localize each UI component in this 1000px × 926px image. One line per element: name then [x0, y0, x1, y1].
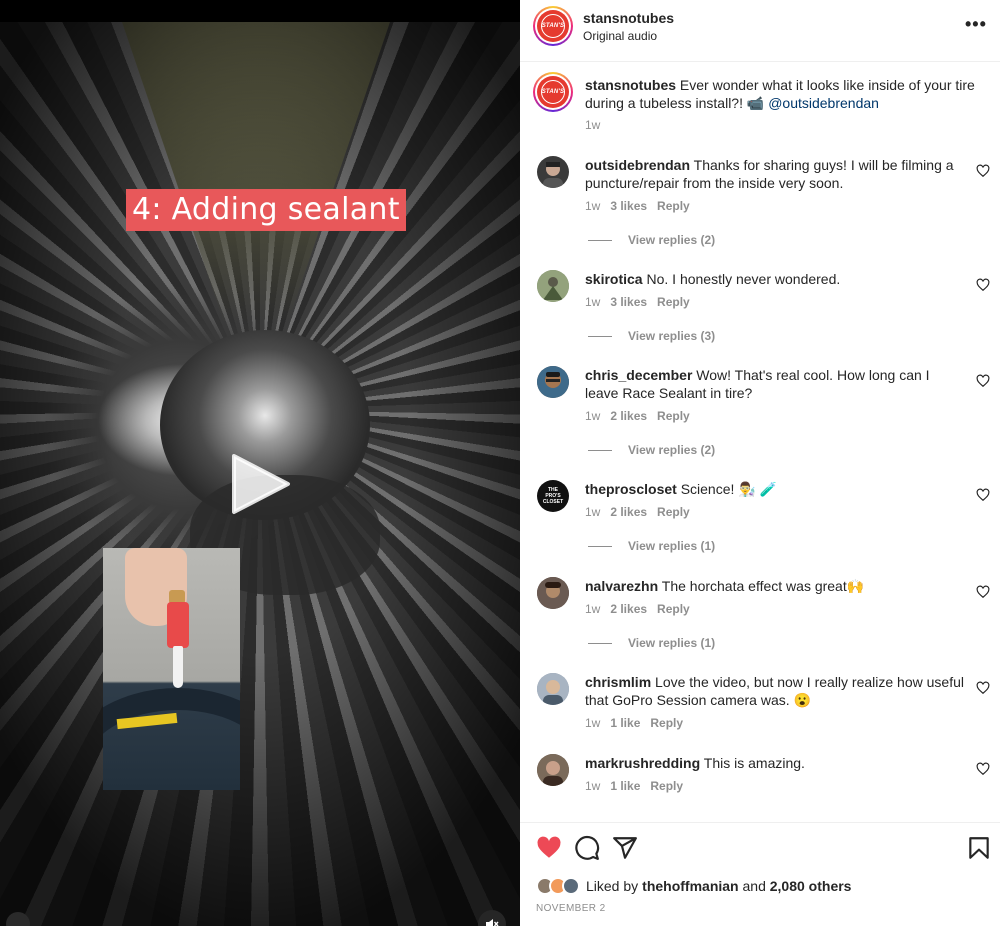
heart-icon[interactable] — [976, 278, 990, 292]
comment-meta: 1w 3 likes Reply — [585, 199, 700, 213]
comment-body: This is amazing. — [700, 755, 805, 771]
comment-icon[interactable] — [574, 835, 600, 861]
comment-time[interactable]: 1w — [585, 716, 600, 730]
heart-icon[interactable] — [976, 585, 990, 599]
comment-body: No. I honestly never wondered. — [642, 271, 841, 287]
comment-time[interactable]: 1w — [585, 409, 600, 423]
liked-prefix: Liked by — [586, 878, 639, 894]
reply-button[interactable]: Reply — [657, 505, 690, 519]
reply-button[interactable]: Reply — [657, 295, 690, 309]
comment-time[interactable]: 1w — [585, 295, 600, 309]
caption-timestamp[interactable]: 1w — [585, 118, 600, 132]
reply-button[interactable]: Reply — [657, 199, 690, 213]
comment-text: chrismlim Love the video, but now I real… — [585, 673, 965, 709]
comment-likes[interactable]: 2 likes — [610, 505, 647, 519]
view-replies-button[interactable]: View replies (2) — [588, 233, 715, 247]
comment-meta: 1w 2 likes Reply — [585, 409, 700, 423]
comment-time[interactable]: 1w — [585, 199, 600, 213]
comment-text: nalvarezhn The horchata effect was great… — [585, 577, 965, 595]
view-replies-button[interactable]: View replies (3) — [588, 329, 715, 343]
video-top-bar — [0, 0, 520, 22]
view-replies-button[interactable]: View replies (1) — [588, 539, 715, 553]
heart-icon[interactable] — [976, 681, 990, 695]
header-avatar[interactable]: STAN'S — [533, 6, 573, 46]
reply-button[interactable]: Reply — [650, 716, 683, 730]
post-header: STAN'S stansnotubes Original audio ••• — [520, 0, 1000, 54]
post-date[interactable]: NOVEMBER 2 — [536, 903, 606, 914]
comment-meta: 1w 1 like Reply — [585, 779, 693, 793]
comment-body: The horchata effect was great🙌 — [658, 578, 865, 594]
avatar[interactable]: THE PRO'S CLOSET — [537, 480, 569, 512]
comment-time[interactable]: 1w — [585, 779, 600, 793]
header-audio-link[interactable]: Original audio — [583, 29, 657, 43]
inset-tire-rim — [103, 688, 240, 790]
play-icon[interactable] — [228, 452, 292, 516]
comment-username[interactable]: chris_december — [585, 367, 692, 383]
caption-avatar[interactable]: STAN'S — [533, 72, 573, 112]
comment-text: markrushredding This is amazing. — [585, 754, 965, 772]
stans-logo: STAN'S — [537, 76, 569, 108]
video-caption: 4: Adding sealant — [126, 189, 406, 231]
comment-username[interactable]: theproscloset — [585, 481, 677, 497]
caption-username[interactable]: stansnotubes — [585, 77, 676, 93]
bookmark-icon[interactable] — [966, 835, 992, 861]
avatar[interactable] — [537, 366, 569, 398]
reply-button[interactable]: Reply — [657, 409, 690, 423]
header-username[interactable]: stansnotubes — [583, 10, 674, 26]
heart-icon[interactable] — [976, 762, 990, 776]
liked-and: and — [738, 878, 770, 894]
divider — [520, 61, 1000, 62]
avatar[interactable] — [537, 754, 569, 786]
caption-text: stansnotubes Ever wonder what it looks l… — [585, 76, 985, 112]
avatar[interactable] — [537, 673, 569, 705]
stans-logo: STAN'S — [537, 10, 569, 42]
heart-filled-icon[interactable] — [536, 835, 562, 861]
comment-username[interactable]: skirotica — [585, 271, 643, 287]
comment-likes[interactable]: 2 likes — [610, 409, 647, 423]
heart-icon[interactable] — [976, 488, 990, 502]
avatar[interactable] — [537, 270, 569, 302]
comment-likes[interactable]: 3 likes — [610, 199, 647, 213]
inset-bottle — [167, 602, 189, 648]
comment-text: chris_december Wow! That's real cool. Ho… — [585, 366, 965, 402]
comment-username[interactable]: outsidebrendan — [585, 157, 690, 173]
reply-button[interactable]: Reply — [657, 602, 690, 616]
liked-avatars[interactable] — [536, 877, 580, 895]
comment-meta: 1w 2 likes Reply — [585, 602, 700, 616]
comment-username[interactable]: chrismlim — [585, 674, 651, 690]
comment-username[interactable]: markrushredding — [585, 755, 700, 771]
comment-text: theproscloset Science! 👨‍🔬 🧪 — [585, 480, 965, 498]
liked-others-link[interactable]: 2,080 others — [770, 878, 852, 894]
share-icon[interactable] — [612, 835, 638, 861]
comment-meta: 1w 2 likes Reply — [585, 505, 700, 519]
comment-likes[interactable]: 3 likes — [610, 295, 647, 309]
liked-user-link[interactable]: thehoffmanian — [642, 878, 738, 894]
post-actions: Liked by thehoffmanian and 2,080 others … — [520, 822, 1000, 926]
comment-likes[interactable]: 1 like — [610, 716, 640, 730]
comment-time[interactable]: 1w — [585, 602, 600, 616]
caption-mention-link[interactable]: @outsidebrendan — [768, 95, 879, 111]
comment-time[interactable]: 1w — [585, 505, 600, 519]
comment-text: outsidebrendan Thanks for sharing guys! … — [585, 156, 965, 192]
comment-username[interactable]: nalvarezhn — [585, 578, 658, 594]
comment-body: Science! 👨‍🔬 🧪 — [676, 481, 778, 497]
heart-icon[interactable] — [976, 374, 990, 388]
heart-icon[interactable] — [976, 164, 990, 178]
video-inset-sealant — [103, 548, 240, 790]
avatar[interactable] — [537, 156, 569, 188]
reply-button[interactable]: Reply — [650, 779, 683, 793]
avatar[interactable] — [537, 577, 569, 609]
comment-text: skirotica No. I honestly never wondered. — [585, 270, 965, 288]
comment-likes[interactable]: 2 likes — [610, 602, 647, 616]
post-side-panel: STAN'S stansnotubes Original audio ••• S… — [520, 0, 1000, 926]
more-options-icon[interactable]: ••• — [965, 14, 987, 35]
liked-by-row: Liked by thehoffmanian and 2,080 others — [536, 876, 851, 896]
comment-likes[interactable]: 1 like — [610, 779, 640, 793]
comment-meta: 1w 1 like Reply — [585, 716, 693, 730]
inset-nozzle — [173, 646, 183, 688]
view-replies-button[interactable]: View replies (1) — [588, 636, 715, 650]
video-player[interactable]: 4: Adding sealant — [0, 0, 520, 926]
view-replies-button[interactable]: View replies (2) — [588, 443, 715, 457]
comment-meta: 1w 3 likes Reply — [585, 295, 700, 309]
